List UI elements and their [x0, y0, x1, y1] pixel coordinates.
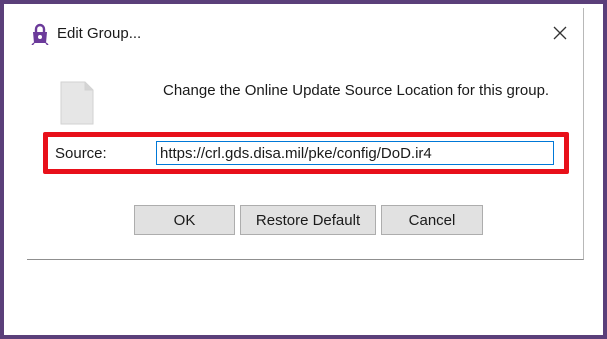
edit-group-dialog: Edit Group... Change the Online Update S…	[27, 8, 584, 260]
ok-button[interactable]: OK	[134, 205, 235, 235]
padlock-icon	[31, 23, 49, 46]
document-icon	[57, 80, 97, 126]
restore-default-button[interactable]: Restore Default	[240, 205, 376, 235]
close-button[interactable]	[545, 18, 575, 48]
close-icon	[553, 26, 567, 40]
instruction-message: Change the Online Update Source Location…	[163, 82, 550, 99]
source-input[interactable]	[156, 141, 554, 165]
cancel-button[interactable]: Cancel	[381, 205, 483, 235]
window-title: Edit Group...	[57, 25, 142, 42]
title-bar[interactable]: Edit Group...	[27, 8, 583, 58]
source-label: Source:	[55, 145, 107, 162]
